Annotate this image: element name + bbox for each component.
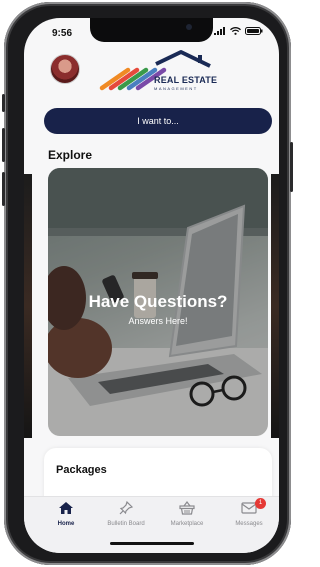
wifi-icon — [230, 27, 241, 35]
card-subtitle: Answers Here! — [128, 316, 188, 326]
logo-subtitle: MANAGEMENT — [154, 86, 198, 91]
volume-up-button — [2, 128, 5, 162]
tab-bulletin-board[interactable]: Bulletin Board — [96, 500, 156, 527]
explore-card[interactable]: Have Questions? Answers Here! — [48, 168, 268, 436]
packages-title: Packages — [56, 464, 107, 476]
tab-marketplace[interactable]: Marketplace — [157, 501, 217, 527]
tab-messages[interactable]: 1 Messages — [219, 498, 279, 527]
front-camera — [186, 24, 192, 30]
app-logo: REAL ESTATE MANAGEMENT — [98, 46, 218, 98]
explore-title: Explore — [48, 148, 93, 162]
basket-icon — [179, 501, 195, 515]
volume-down-button — [2, 172, 5, 206]
tab-home-label: Home — [57, 521, 75, 527]
signal-icon — [214, 27, 225, 35]
tab-marketplace-label: Marketplace — [170, 521, 204, 527]
carousel-prev-card[interactable] — [24, 174, 32, 438]
tab-messages-label: Messages — [235, 521, 263, 527]
status-icons — [214, 27, 263, 35]
mute-switch — [2, 94, 5, 112]
phone-frame: 9:56 REAL ESTATE MANAGEMENT I want to...… — [2, 2, 293, 565]
messages-badge: 1 — [255, 498, 266, 509]
tab-bulletin-board-label: Bulletin Board — [107, 521, 145, 527]
home-indicator — [110, 542, 194, 545]
power-button — [290, 142, 293, 192]
carousel-next-card[interactable] — [271, 174, 279, 438]
logo-title: REAL ESTATE — [154, 75, 218, 85]
screen: 9:56 REAL ESTATE MANAGEMENT I want to...… — [24, 18, 279, 553]
i-want-to-button[interactable]: I want to... — [44, 108, 272, 134]
pin-icon — [119, 500, 134, 515]
home-icon — [59, 502, 73, 514]
battery-icon — [245, 27, 263, 35]
card-title: Have Questions? — [88, 292, 228, 311]
status-time: 9:56 — [52, 28, 73, 39]
notch — [90, 18, 213, 42]
avatar[interactable] — [50, 54, 80, 84]
tab-home[interactable]: Home — [36, 501, 96, 527]
